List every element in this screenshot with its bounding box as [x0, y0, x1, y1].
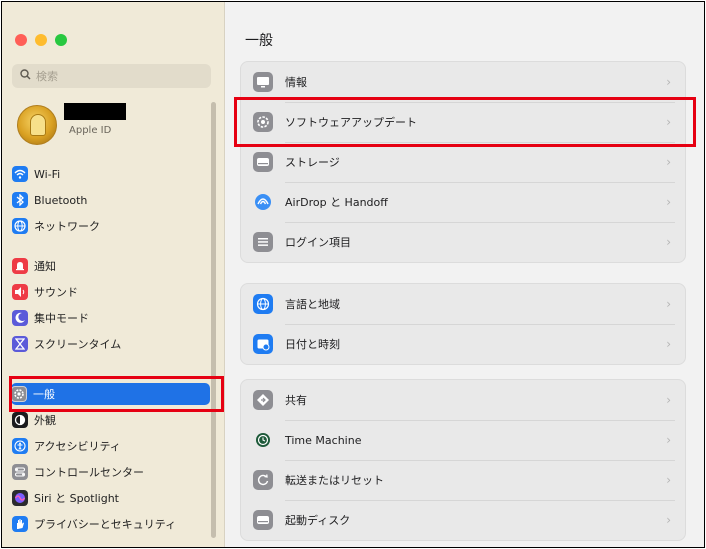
chevron-right-icon: ›	[666, 393, 671, 407]
system-settings-window: 検索 Apple ID Wi-Fi Bluetooth ネットワーク 通知 サウ…	[1, 1, 705, 548]
search-input[interactable]: 検索	[12, 64, 211, 88]
wifi-icon	[12, 166, 28, 182]
chevron-right-icon: ›	[666, 235, 671, 249]
chevron-right-icon: ›	[666, 433, 671, 447]
sidebar-item-network[interactable]: ネットワーク	[12, 215, 208, 237]
apple-id-label: Apple ID	[69, 125, 112, 136]
row-time-machine[interactable]: Time Machine ›	[241, 420, 685, 460]
chevron-right-icon: ›	[666, 195, 671, 209]
siri-icon	[12, 490, 28, 506]
apple-id-account[interactable]: Apple ID	[15, 103, 215, 151]
sidebar-item-label: Siri と Spotlight	[34, 492, 119, 505]
control-center-icon	[12, 464, 28, 480]
minimize-window-button[interactable]	[35, 34, 47, 46]
globe-icon	[12, 218, 28, 234]
row-label: ログイン項目	[285, 236, 351, 249]
sidebar-item-label: サウンド	[34, 286, 78, 299]
sidebar-item-label: プライバシーとセキュリティ	[34, 518, 177, 531]
avatar	[17, 105, 57, 145]
moon-icon	[12, 310, 28, 326]
startup-disk-icon	[253, 510, 273, 530]
chevron-right-icon: ›	[666, 337, 671, 351]
row-label: AirDrop と Handoff	[285, 196, 388, 209]
sidebar-item-screen-time[interactable]: スクリーンタイム	[12, 333, 208, 355]
row-label: 起動ディスク	[285, 514, 351, 527]
hand-icon	[12, 516, 28, 532]
time-machine-icon	[253, 430, 273, 450]
sharing-icon	[253, 390, 273, 410]
sidebar-item-label: 外観	[34, 414, 56, 427]
row-storage[interactable]: ストレージ ›	[241, 142, 685, 182]
row-label: Time Machine	[285, 433, 362, 447]
chevron-right-icon: ›	[666, 75, 671, 89]
row-label: 日付と時刻	[285, 338, 340, 351]
speaker-icon	[12, 284, 28, 300]
accessibility-icon	[12, 438, 28, 454]
close-window-button[interactable]	[15, 34, 27, 46]
sidebar-item-label: アクセシビリティ	[34, 440, 121, 453]
appearance-icon	[12, 412, 28, 428]
redacted-account-name	[64, 103, 126, 120]
sidebar: 検索 Apple ID Wi-Fi Bluetooth ネットワーク 通知 サウ…	[2, 2, 225, 547]
search-icon	[20, 69, 36, 83]
sidebar-item-accessibility[interactable]: アクセシビリティ	[12, 435, 208, 457]
row-about[interactable]: 情報 ›	[241, 62, 685, 102]
row-label: 情報	[285, 76, 307, 89]
row-login-items[interactable]: ログイン項目 ›	[241, 222, 685, 262]
sidebar-item-wifi[interactable]: Wi-Fi	[12, 163, 208, 185]
sidebar-item-notifications[interactable]: 通知	[12, 255, 208, 277]
sidebar-item-label: コントロールセンター	[34, 466, 144, 479]
storage-icon	[253, 152, 273, 172]
row-startup-disk[interactable]: 起動ディスク ›	[241, 500, 685, 540]
sidebar-item-appearance[interactable]: 外観	[12, 409, 208, 431]
chevron-right-icon: ›	[666, 473, 671, 487]
sidebar-item-privacy-security[interactable]: プライバシーとセキュリティ	[12, 513, 208, 535]
row-label: 言語と地域	[285, 298, 340, 311]
chevron-right-icon: ›	[666, 297, 671, 311]
zoom-window-button[interactable]	[55, 34, 67, 46]
row-label: 転送またはリセット	[285, 474, 384, 487]
row-label: 共有	[285, 394, 307, 407]
settings-group-region: 言語と地域 › 日付と時刻 ›	[240, 283, 686, 365]
sidebar-item-sound[interactable]: サウンド	[12, 281, 208, 303]
row-language-region[interactable]: 言語と地域 ›	[241, 284, 685, 324]
sidebar-item-label: スクリーンタイム	[34, 338, 122, 351]
chevron-right-icon: ›	[666, 513, 671, 527]
highlight-box-software-update	[234, 97, 696, 147]
sidebar-item-focus[interactable]: 集中モード	[12, 307, 208, 329]
search-placeholder: 検索	[36, 70, 58, 83]
row-date-time[interactable]: 日付と時刻 ›	[241, 324, 685, 364]
chevron-right-icon: ›	[666, 155, 671, 169]
sidebar-item-label: 通知	[34, 260, 56, 273]
row-label: ストレージ	[285, 156, 340, 169]
window-controls	[15, 34, 67, 46]
row-transfer-reset[interactable]: 転送またはリセット ›	[241, 460, 685, 500]
language-globe-icon	[253, 294, 273, 314]
bluetooth-icon	[12, 192, 28, 208]
sidebar-item-control-center[interactable]: コントロールセンター	[12, 461, 208, 483]
page-title: 一般	[245, 33, 273, 49]
settings-group-sharing: 共有 › Time Machine › 転送またはリセット › 起動ディスク ›	[240, 379, 686, 541]
sidebar-item-label: ネットワーク	[34, 220, 100, 233]
highlight-box-general	[9, 376, 224, 412]
hourglass-icon	[12, 336, 28, 352]
sidebar-item-siri-spotlight[interactable]: Siri と Spotlight	[12, 487, 208, 509]
sidebar-item-label: 集中モード	[34, 312, 89, 325]
sidebar-item-bluetooth[interactable]: Bluetooth	[12, 189, 208, 211]
airdrop-icon	[253, 192, 273, 212]
login-items-icon	[253, 232, 273, 252]
bell-icon	[12, 258, 28, 274]
reset-icon	[253, 470, 273, 490]
info-icon	[253, 72, 273, 92]
main-pane: 一般 情報 › ソフトウェアアップデート › ストレージ › AirDrop と…	[226, 2, 704, 547]
sidebar-item-label: Wi-Fi	[34, 167, 61, 181]
row-airdrop-handoff[interactable]: AirDrop と Handoff ›	[241, 182, 685, 222]
sidebar-item-label: Bluetooth	[34, 193, 88, 207]
settings-group-general: 情報 › ソフトウェアアップデート › ストレージ › AirDrop と Ha…	[240, 61, 686, 263]
sidebar-scrollbar[interactable]	[211, 102, 216, 538]
date-time-icon	[253, 334, 273, 354]
row-sharing[interactable]: 共有 ›	[241, 380, 685, 420]
